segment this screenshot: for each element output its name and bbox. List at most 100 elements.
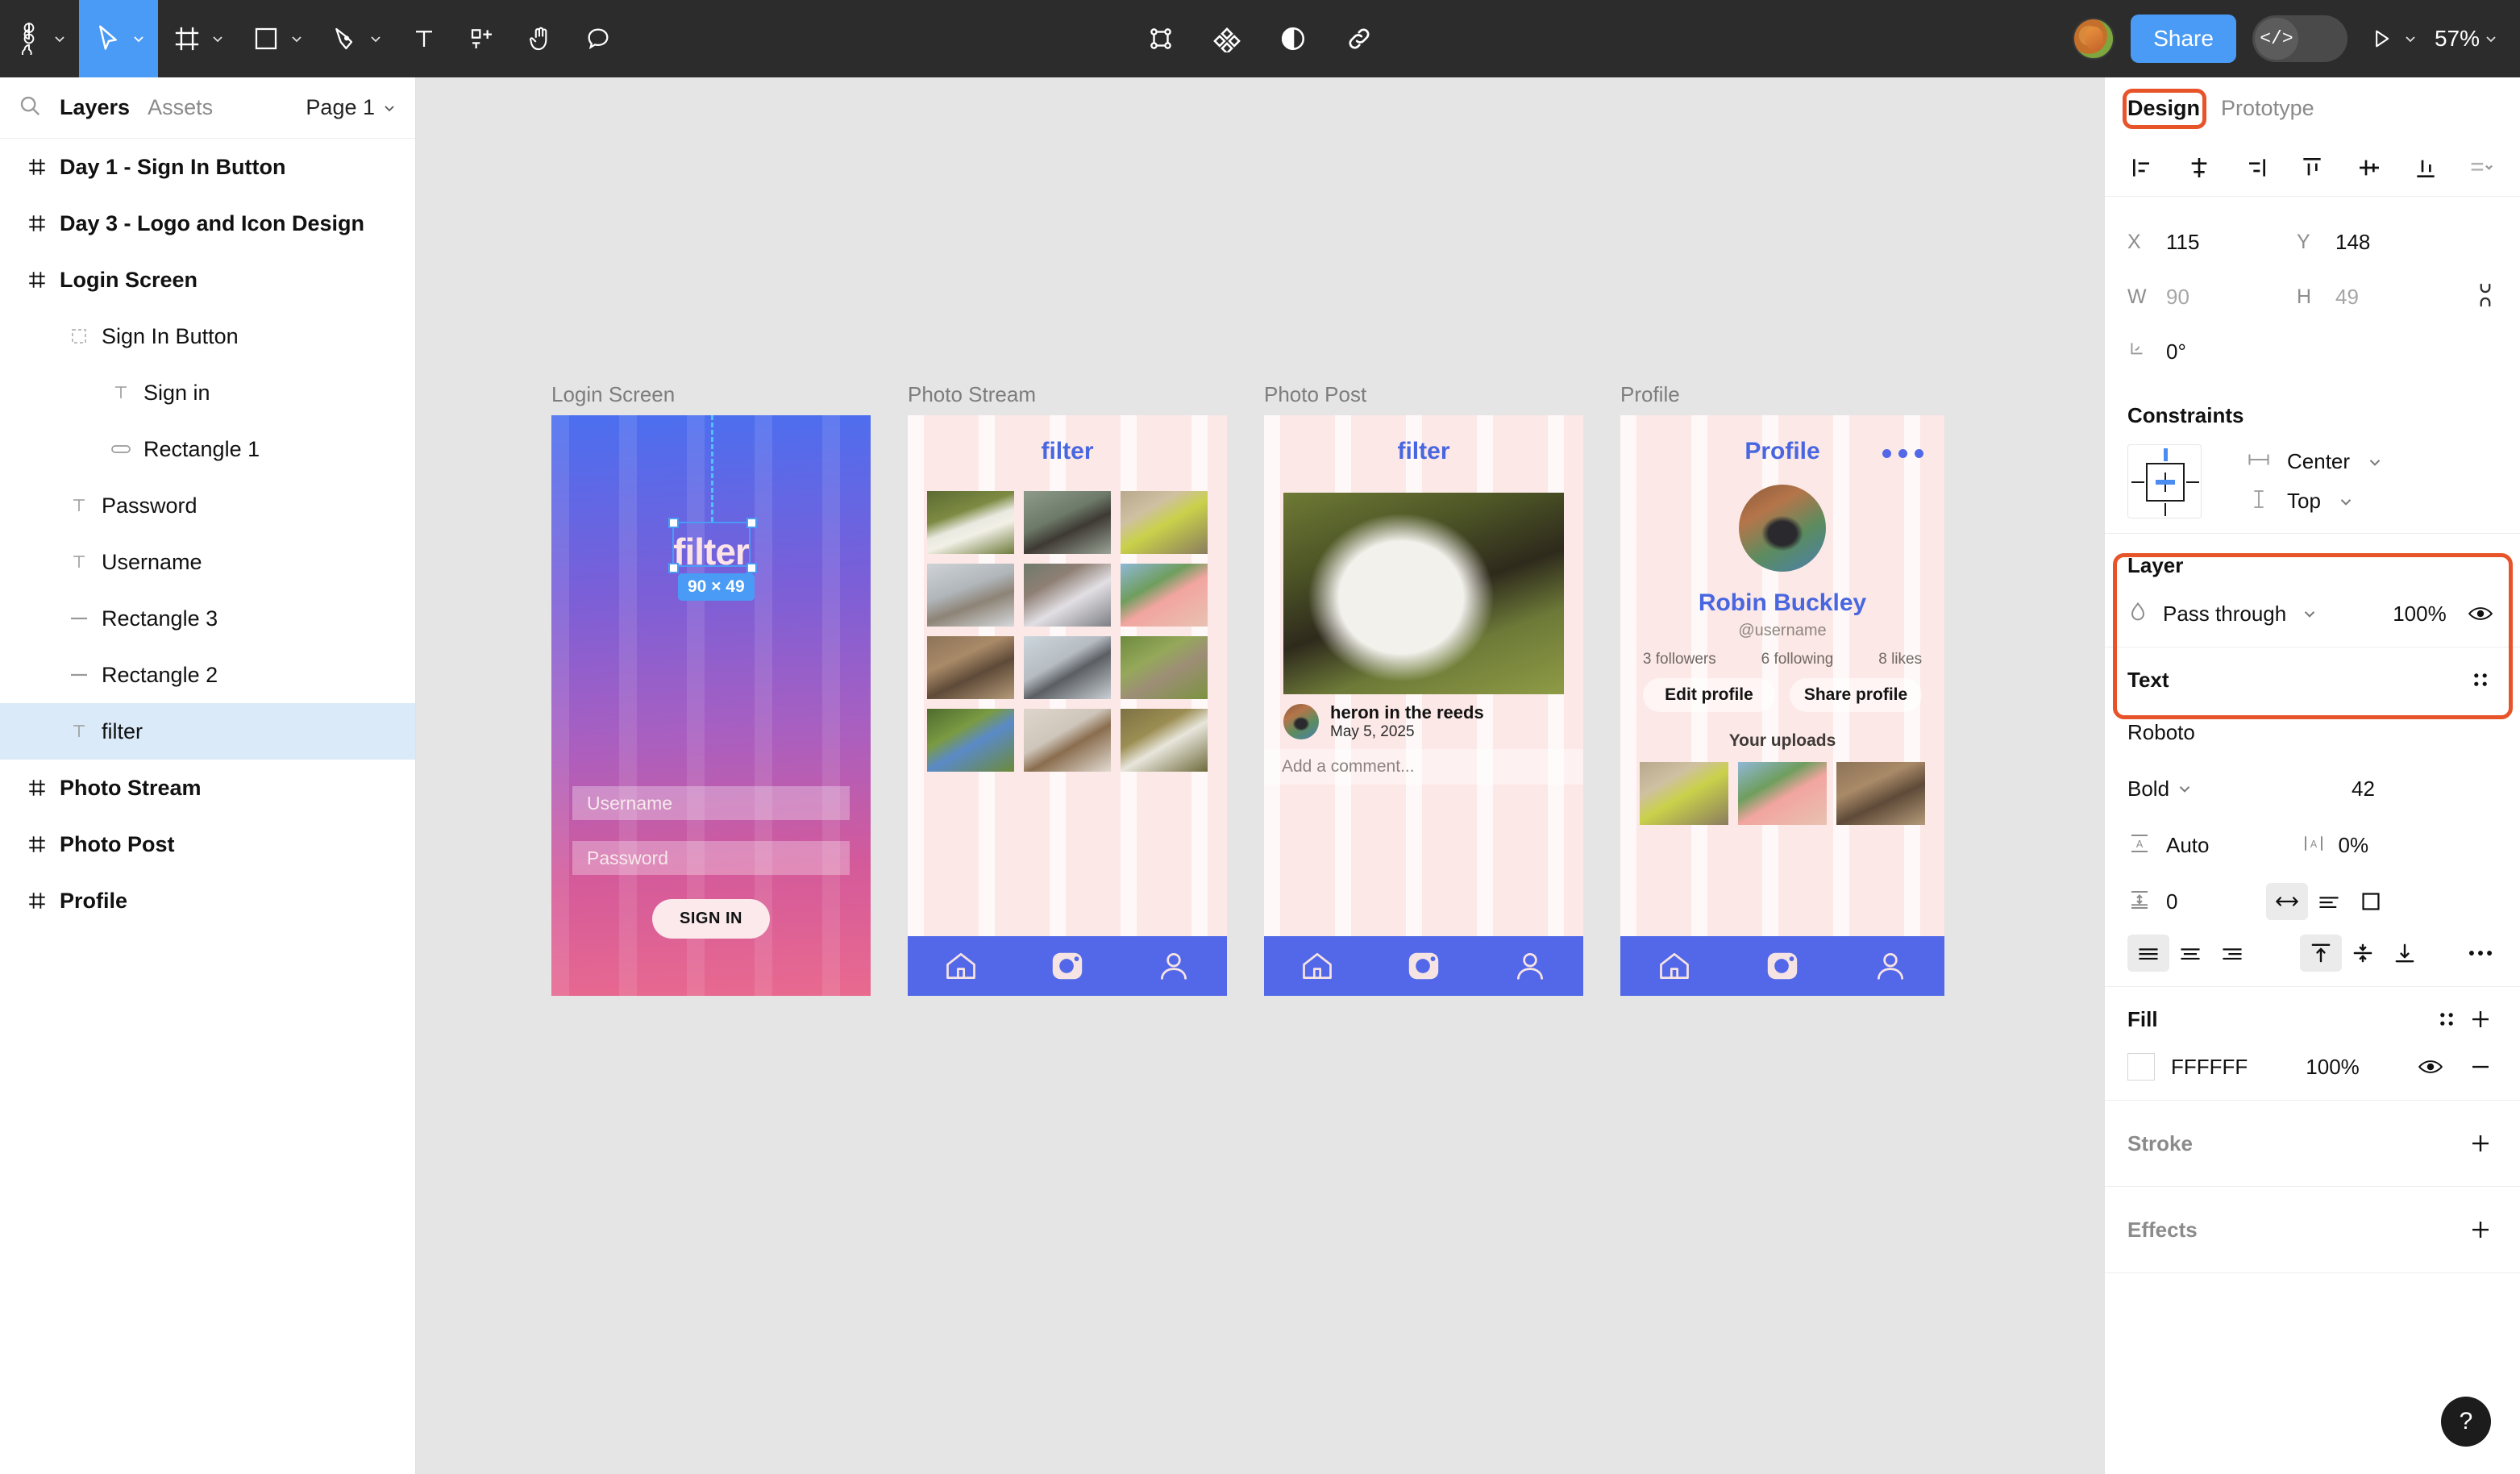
frame-title-photo-stream[interactable]: Photo Stream — [908, 382, 1227, 407]
help-button[interactable]: ? — [2441, 1397, 2491, 1447]
tab-design[interactable]: Design — [2127, 96, 2200, 121]
share-button[interactable]: Share — [2131, 15, 2236, 63]
horizontal-constraint-dropdown[interactable]: Center — [2247, 449, 2384, 474]
photo-thumbnail[interactable] — [1024, 636, 1111, 699]
selection-handle-br[interactable] — [746, 563, 757, 573]
line-height-value[interactable]: Auto — [2166, 833, 2210, 858]
nav-home[interactable] — [1264, 948, 1370, 984]
layer-row[interactable]: Day 1 - Sign In Button — [0, 139, 415, 195]
align-vertical-center-icon[interactable] — [2352, 151, 2386, 185]
username-field[interactable]: Username — [572, 786, 850, 820]
distribute-menu-icon[interactable] — [2465, 151, 2499, 185]
layer-row[interactable]: Photo Stream — [0, 760, 415, 816]
add-fill-plus-icon[interactable] — [2464, 1002, 2497, 1036]
layer-row[interactable]: Day 3 - Logo and Icon Design — [0, 195, 415, 252]
main-menu-button[interactable] — [0, 0, 79, 77]
layer-row[interactable]: Username — [0, 534, 415, 590]
selection-handle-tr[interactable] — [746, 518, 757, 528]
photo-stream-artboard[interactable]: filter — [908, 415, 1227, 996]
paragraph-spacing-value[interactable]: 0 — [2166, 889, 2177, 914]
avatar[interactable] — [2073, 18, 2115, 60]
link-proportions-icon[interactable] — [2473, 281, 2497, 313]
photo-thumbnail[interactable] — [927, 709, 1014, 772]
chain-link-icon[interactable] — [1341, 21, 1377, 56]
layer-opacity-value[interactable]: 100% — [2393, 602, 2447, 627]
filter-logo-text[interactable]: filter — [673, 530, 750, 573]
more-dots-icon[interactable] — [1882, 449, 1923, 458]
align-text-center-icon[interactable] — [2169, 935, 2211, 972]
search-icon[interactable] — [18, 94, 42, 122]
chevron-down-icon[interactable] — [2176, 780, 2194, 797]
photo-thumbnail[interactable] — [1121, 491, 1208, 554]
nav-profile[interactable] — [1836, 948, 1944, 984]
fixed-size-icon[interactable] — [2350, 883, 2392, 920]
fill-opacity-value[interactable]: 100% — [2306, 1055, 2360, 1080]
present-button[interactable] — [2364, 21, 2418, 56]
login-screen-artboard[interactable]: filter 90 × 49 Username Password SIGN IN — [551, 415, 871, 996]
align-bottom-icon[interactable] — [2409, 151, 2443, 185]
photo-thumbnail[interactable] — [927, 564, 1014, 627]
photo-thumbnail[interactable] — [1640, 762, 1728, 825]
page-selector[interactable]: Page 1 — [306, 95, 397, 120]
layer-row[interactable]: Photo Post — [0, 816, 415, 872]
font-family-field[interactable]: Roboto — [2127, 704, 2497, 760]
edit-profile-button[interactable]: Edit profile — [1643, 678, 1775, 712]
font-weight-value[interactable]: Bold — [2127, 777, 2169, 802]
type-settings-icon[interactable] — [2464, 663, 2497, 697]
tab-assets[interactable]: Assets — [148, 95, 213, 120]
photo-thumbnail[interactable] — [1121, 709, 1208, 772]
profile-artboard[interactable]: Profile Robin Buckley @username 3 follow… — [1620, 415, 1944, 996]
auto-width-icon[interactable] — [2266, 883, 2309, 920]
design-canvas[interactable]: Login Screen filter 90 × 49 Username Pas… — [416, 77, 2104, 1474]
photo-post-artboard[interactable]: filter heron in the reeds May 5, 2025 Ad… — [1264, 415, 1583, 996]
photo-thumbnail[interactable] — [927, 636, 1014, 699]
align-top-icon[interactable] — [2295, 151, 2329, 185]
selection-handle-bl[interactable] — [668, 563, 679, 573]
profile-avatar[interactable] — [1739, 485, 1826, 572]
align-horizontal-center-icon[interactable] — [2182, 151, 2216, 185]
w-field[interactable]: W 90 — [2127, 285, 2297, 310]
layer-row[interactable]: Sign in — [0, 364, 415, 421]
selection-handle-tl[interactable] — [668, 518, 679, 528]
hand-tool-button[interactable] — [511, 0, 569, 77]
eye-icon[interactable] — [2414, 1050, 2447, 1084]
x-field[interactable]: X 115 — [2127, 230, 2297, 255]
chevron-down-icon[interactable] — [2301, 605, 2318, 622]
align-text-bottom-icon[interactable] — [2384, 935, 2426, 972]
align-left-icon[interactable] — [2126, 151, 2160, 185]
add-stroke-plus-icon[interactable] — [2464, 1126, 2497, 1160]
move-tool-button[interactable] — [79, 0, 158, 77]
photo-thumbnail[interactable] — [1024, 709, 1111, 772]
auto-height-icon[interactable] — [2308, 883, 2350, 920]
photo-thumbnail[interactable] — [1121, 564, 1208, 627]
comment-input[interactable]: Add a comment... — [1264, 749, 1583, 785]
photo-thumbnail[interactable] — [1024, 491, 1111, 554]
nav-home[interactable] — [1620, 948, 1728, 984]
letter-spacing-value[interactable]: 0% — [2339, 833, 2369, 858]
align-text-top-icon[interactable] — [2300, 935, 2342, 972]
layer-row[interactable]: Sign In Button — [0, 308, 415, 364]
sign-in-button[interactable]: SIGN IN — [652, 899, 770, 939]
layer-row[interactable]: Password — [0, 477, 415, 534]
post-photo[interactable] — [1283, 493, 1564, 694]
post-author-avatar[interactable] — [1283, 704, 1319, 739]
tab-prototype[interactable]: Prototype — [2221, 96, 2314, 121]
frame-title-photo-post[interactable]: Photo Post — [1264, 382, 1583, 407]
align-text-left-icon[interactable] — [2127, 935, 2169, 972]
photo-thumbnail[interactable] — [1738, 762, 1827, 825]
tab-layers[interactable]: Layers — [60, 95, 130, 120]
layer-row[interactable]: Rectangle 3 — [0, 590, 415, 647]
frame-tool-button[interactable] — [158, 0, 237, 77]
nav-camera[interactable] — [1728, 947, 1836, 985]
align-text-right-icon[interactable] — [2211, 935, 2253, 972]
photo-thumbnail[interactable] — [1024, 564, 1111, 627]
photo-thumbnail[interactable] — [1836, 762, 1925, 825]
selection-bounds-icon[interactable] — [1143, 21, 1179, 56]
nav-home[interactable] — [908, 948, 1014, 984]
nav-profile[interactable] — [1477, 948, 1583, 984]
text-tool-button[interactable] — [395, 0, 453, 77]
layer-row[interactable]: filter — [0, 703, 415, 760]
half-circle-contrast-icon[interactable] — [1275, 21, 1311, 56]
photo-thumbnail[interactable] — [927, 491, 1014, 554]
eye-icon[interactable] — [2464, 597, 2497, 631]
